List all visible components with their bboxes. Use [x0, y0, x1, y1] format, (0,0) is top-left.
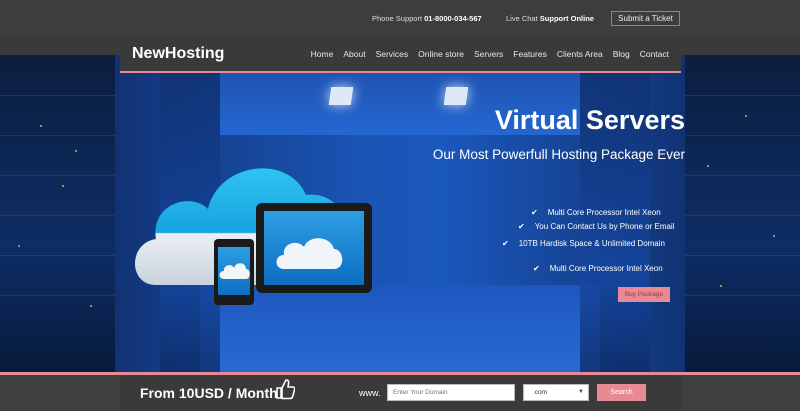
phone-support-label: Phone Support	[372, 14, 423, 23]
nav-item-features[interactable]: Features	[513, 49, 547, 59]
nav-item-blog[interactable]: Blog	[613, 49, 630, 59]
www-label: www.	[359, 388, 381, 398]
nav-item-home[interactable]: Home	[311, 49, 334, 59]
top-bar: Phone Support 01-8000-034-567 Live Chat …	[0, 0, 800, 36]
feature-item: ✔ Multi Core Processor Intel Xeon	[533, 264, 663, 273]
server-rack-left	[0, 55, 115, 375]
feature-text: Multi Core Processor Intel Xeon	[547, 208, 661, 217]
check-icon: ✔	[533, 264, 540, 273]
chevron-down-icon: ▼	[578, 389, 584, 395]
live-chat-status: Support Online	[539, 14, 594, 23]
server-rack-right	[685, 55, 800, 375]
feature-text: You Can Contact Us by Phone or Email	[534, 222, 675, 231]
price-label: From 10USD / Month	[140, 385, 278, 401]
search-button[interactable]: Search	[597, 384, 646, 401]
ceiling-lamp	[443, 87, 469, 105]
nav-item-servers[interactable]: Servers	[474, 49, 503, 59]
hero-subtitle: Our Most Powerfull Hosting Package Ever	[432, 147, 685, 162]
feature-text: 10TB Hardisk Space & Unlimited Domain	[518, 239, 665, 248]
feature-item: ✔ You Can Contact Us by Phone or Email	[518, 222, 674, 231]
live-chat-label: Live Chat	[506, 14, 538, 23]
live-chat[interactable]: Live Chat Support Online	[506, 14, 594, 23]
hero-title: Virtual Servers	[494, 105, 685, 135]
feature-text: Multi Core Processor Intel Xeon	[549, 264, 663, 273]
feature-item: ✔ 10TB Hardisk Space & Unlimited Domain	[502, 239, 665, 248]
buy-package-button[interactable]: Buy Package	[618, 287, 670, 302]
nav-item-online-store[interactable]: Online store	[418, 49, 464, 59]
feature-item: ✔ Multi Core Processor Intel Xeon	[531, 208, 661, 217]
nav-item-contact[interactable]: Contact	[640, 49, 669, 59]
submit-ticket-button[interactable]: Submit a Ticket	[611, 11, 680, 26]
tld-select[interactable]: .com ▼	[523, 384, 589, 401]
check-icon: ✔	[531, 208, 538, 217]
cloud-devices-illustration	[135, 168, 372, 305]
hero-banner: Virtual Servers Our Most Powerfull Hosti…	[0, 55, 800, 375]
domain-search-input[interactable]	[387, 384, 515, 401]
nav-menu: Home About Services Online store Servers…	[311, 49, 669, 59]
check-icon: ✔	[518, 222, 525, 231]
phone-support-number: 01-8000-034-567	[424, 14, 482, 23]
tld-selected-value: .com	[533, 389, 548, 396]
nav-item-clients-area[interactable]: Clients Area	[557, 49, 603, 59]
site-logo[interactable]: NewHosting	[132, 45, 224, 63]
phone-support: Phone Support 01-8000-034-567	[372, 14, 482, 23]
main-navigation: NewHosting Home About Services Online st…	[120, 36, 681, 73]
nav-item-about[interactable]: About	[343, 49, 365, 59]
thumbs-up-icon	[276, 379, 295, 400]
ceiling-lamp	[328, 87, 354, 105]
check-icon: ✔	[502, 239, 509, 248]
nav-item-services[interactable]: Services	[376, 49, 409, 59]
domain-search-bar: From 10USD / Month www. .com ▼ Search	[0, 375, 800, 411]
